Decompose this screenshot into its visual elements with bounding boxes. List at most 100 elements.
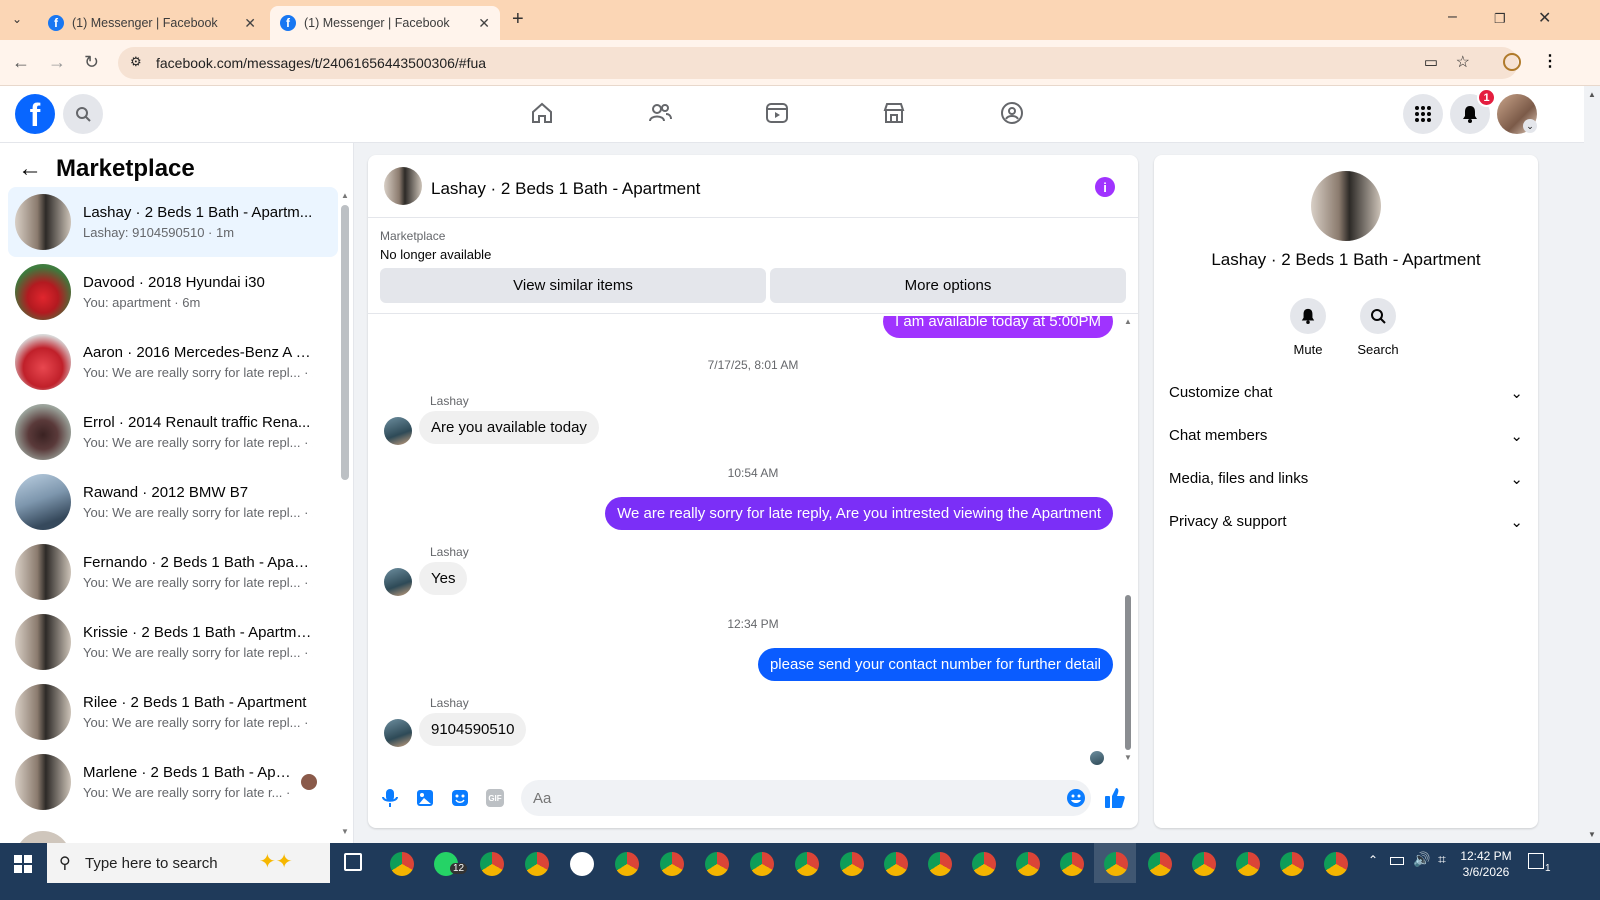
chrome-taskbar-icon[interactable] bbox=[705, 852, 729, 876]
media-files-links-section[interactable]: Media, files and links ⌄ bbox=[1169, 470, 1523, 488]
back-arrow-icon[interactable]: ← bbox=[18, 155, 42, 183]
browser-tab-1[interactable]: f (1) Messenger | Facebook ✕ bbox=[38, 6, 266, 40]
conversation-info-panel: Lashay · 2 Beds 1 Bath - Apartment Mute … bbox=[1154, 155, 1538, 828]
conversation-item[interactable]: Lashay · 2 Beds 1 Bath - Apartm... Lashay… bbox=[8, 187, 338, 257]
chrome-taskbar-icon[interactable] bbox=[615, 852, 639, 876]
chrome-taskbar-icon[interactable] bbox=[928, 852, 952, 876]
chevron-down-icon: ⌄ bbox=[1510, 471, 1523, 488]
battery-icon[interactable] bbox=[1390, 857, 1404, 865]
conversation-item[interactable]: Krissie · 2 Beds 1 Bath - Apartme... You:… bbox=[8, 607, 338, 677]
sidebar-scrollbar[interactable] bbox=[341, 205, 349, 480]
chrome-taskbar-icon[interactable] bbox=[1280, 852, 1304, 876]
chrome-taskbar-icon[interactable] bbox=[840, 852, 864, 876]
page-scroll-up-icon[interactable]: ▲ bbox=[1588, 90, 1596, 99]
restore-icon[interactable]: ❐ bbox=[1494, 11, 1506, 27]
conversation-item[interactable]: Fernando · 2 Beds 1 Bath - Apart... You: … bbox=[8, 537, 338, 607]
customize-chat-section[interactable]: Customize chat ⌄ bbox=[1169, 384, 1523, 402]
chrome-taskbar-icon[interactable] bbox=[1192, 852, 1216, 876]
install-app-icon[interactable]: ▭ bbox=[1424, 53, 1438, 71]
chrome-taskbar-icon[interactable] bbox=[390, 852, 414, 876]
chrome-taskbar-icon[interactable] bbox=[1016, 852, 1040, 876]
menu-button[interactable] bbox=[1403, 94, 1443, 134]
facebook-logo-icon[interactable]: f bbox=[15, 94, 55, 134]
conversation-item[interactable]: Rilee · 2 Beds 1 Bath - Apartment You: We… bbox=[8, 677, 338, 747]
message-input[interactable] bbox=[521, 780, 1091, 816]
search-button[interactable] bbox=[63, 94, 103, 134]
privacy-support-section[interactable]: Privacy & support ⌄ bbox=[1169, 513, 1523, 531]
photo-icon[interactable] bbox=[414, 787, 436, 809]
wifi-icon[interactable]: ⌗ bbox=[1438, 851, 1446, 868]
app-taskbar-icon[interactable] bbox=[570, 852, 594, 876]
browser-menu-icon[interactable]: ⋮ bbox=[1542, 51, 1558, 71]
close-tab-icon[interactable]: ✕ bbox=[478, 15, 490, 32]
volume-icon[interactable]: 🔊 bbox=[1413, 851, 1430, 868]
forward-icon[interactable]: → bbox=[48, 52, 66, 73]
search-icon: ⚲ bbox=[59, 855, 71, 872]
more-options-button[interactable]: More options bbox=[770, 268, 1126, 303]
conversation-item[interactable]: Marlene · 2 Beds 1 Bath - Apa... You: We … bbox=[8, 747, 338, 817]
chat-scroll-up-icon[interactable]: ▲ bbox=[1124, 317, 1132, 326]
chrome-taskbar-icon[interactable] bbox=[480, 852, 504, 876]
marketplace-nav-icon[interactable] bbox=[879, 98, 909, 128]
chrome-taskbar-icon[interactable] bbox=[525, 852, 549, 876]
task-view-icon[interactable] bbox=[344, 853, 362, 871]
taskbar-clock[interactable]: 12:42 PM 3/6/2026 bbox=[1456, 848, 1516, 880]
address-bar[interactable]: ⚙ facebook.com/messages/t/24061656443500… bbox=[118, 47, 1518, 79]
listing-thumbnail bbox=[15, 684, 71, 740]
taskbar-search-input[interactable]: ⚲ Type here to search ✦✦ bbox=[47, 843, 330, 883]
chrome-taskbar-icon[interactable] bbox=[1236, 852, 1260, 876]
chat-members-section[interactable]: Chat members ⌄ bbox=[1169, 427, 1523, 445]
conversation-name: Fernando · 2 Beds 1 Bath - Apart... bbox=[83, 554, 313, 571]
scroll-down-arrow-icon[interactable]: ▼ bbox=[341, 827, 349, 836]
chrome-taskbar-icon[interactable] bbox=[750, 852, 774, 876]
account-chevron-icon[interactable]: ⌄ bbox=[1523, 119, 1537, 133]
conversation-item[interactable]: Davood · 2018 Hyundai i30 You: apartment … bbox=[8, 257, 338, 327]
thumbs-up-icon[interactable] bbox=[1104, 787, 1126, 809]
groups-nav-icon[interactable] bbox=[997, 98, 1027, 128]
reload-icon[interactable]: ↻ bbox=[84, 52, 99, 73]
video-nav-icon[interactable] bbox=[762, 98, 792, 128]
site-info-icon[interactable]: ⚙ bbox=[130, 54, 142, 70]
chrome-taskbar-icon[interactable] bbox=[795, 852, 819, 876]
new-tab-button[interactable]: + bbox=[512, 8, 524, 31]
tab-list-chevron-icon[interactable]: ⌄ bbox=[12, 12, 22, 26]
sticker-icon[interactable] bbox=[449, 787, 471, 809]
chat-scroll-down-icon[interactable]: ▼ bbox=[1124, 753, 1132, 762]
gif-icon[interactable]: GIF bbox=[484, 787, 506, 809]
conversation-item[interactable]: Aaron · 2016 Mercedes-Benz A c... You: We… bbox=[8, 327, 338, 397]
chrome-taskbar-icon[interactable] bbox=[1104, 852, 1128, 876]
info-icon[interactable]: i bbox=[1095, 177, 1115, 197]
browser-tab-2[interactable]: f (1) Messenger | Facebook ✕ bbox=[270, 6, 500, 40]
outgoing-message: We are really sorry for late reply, Are … bbox=[605, 497, 1113, 530]
chrome-taskbar-icon[interactable] bbox=[1060, 852, 1084, 876]
home-nav-icon[interactable] bbox=[527, 98, 557, 128]
chat-scrollbar[interactable] bbox=[1125, 595, 1131, 750]
scroll-up-arrow-icon[interactable]: ▲ bbox=[341, 191, 349, 200]
microphone-icon[interactable] bbox=[379, 787, 401, 809]
chrome-taskbar-icon[interactable] bbox=[1148, 852, 1172, 876]
minimize-icon[interactable]: – bbox=[1448, 8, 1457, 26]
chrome-taskbar-icon[interactable] bbox=[972, 852, 996, 876]
start-windows-icon[interactable] bbox=[14, 855, 32, 873]
conversation-item[interactable]: Rawand · 2012 BMW B7 You: We are really s… bbox=[8, 467, 338, 537]
mute-button[interactable]: Mute bbox=[1278, 298, 1338, 357]
bookmark-star-icon[interactable]: ☆ bbox=[1456, 52, 1470, 72]
chrome-taskbar-icon[interactable] bbox=[884, 852, 908, 876]
close-window-icon[interactable]: ✕ bbox=[1538, 8, 1551, 28]
back-icon[interactable]: ← bbox=[12, 52, 30, 73]
page-scroll-down-icon[interactable]: ▼ bbox=[1588, 830, 1596, 839]
action-center-icon[interactable] bbox=[1528, 853, 1544, 869]
chat-avatar[interactable] bbox=[384, 167, 422, 205]
notification-badge: 1 bbox=[1477, 88, 1496, 107]
tray-chevron-icon[interactable]: ⌃ bbox=[1368, 853, 1378, 867]
chrome-taskbar-icon[interactable] bbox=[660, 852, 684, 876]
chrome-taskbar-icon[interactable] bbox=[1324, 852, 1348, 876]
view-similar-items-button[interactable]: View similar items bbox=[380, 268, 766, 303]
conversation-item[interactable]: Errol · 2014 Renault traffic Rena... You:… bbox=[8, 397, 338, 467]
close-tab-icon[interactable]: ✕ bbox=[244, 15, 256, 32]
search-in-conversation-button[interactable]: Search bbox=[1348, 298, 1408, 357]
profile-icon[interactable] bbox=[1503, 53, 1521, 71]
emoji-icon[interactable] bbox=[1065, 787, 1087, 809]
friends-nav-icon[interactable] bbox=[645, 98, 675, 128]
chat-title[interactable]: Lashay · 2 Beds 1 Bath - Apartment bbox=[431, 179, 700, 199]
